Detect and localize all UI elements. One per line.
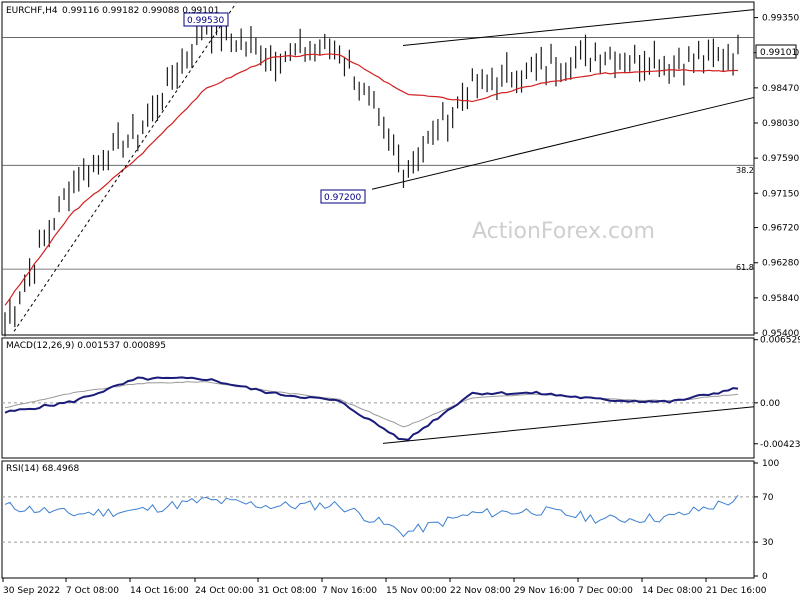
time-tick-label: 7 Oct 08:00: [66, 586, 119, 596]
price-tick-label: 0.96720: [762, 224, 799, 234]
time-tick-label: 29 Nov 16:00: [514, 586, 575, 596]
macd-tick-label: -0.004233: [760, 440, 800, 450]
time-tick-label: 31 Oct 08:00: [258, 586, 317, 596]
price-panel: EURCHF,H4 0.99116 0.99182 0.99088 0.9910…: [1, 1, 799, 339]
last-price-value: 0.99101: [760, 48, 797, 58]
macd-panel: MACD(12,26,9) 0.001537 0.000895 0.006529…: [1, 336, 800, 459]
time-tick-label: 14 Oct 16:00: [130, 586, 189, 596]
time-tick-label: 7 Dec 00:00: [578, 586, 633, 596]
low-callout-value: 0.97200: [324, 193, 361, 203]
price-axis: 0.993500.989100.984700.980300.975900.971…: [754, 14, 799, 339]
price-tick-label: 0.98470: [762, 84, 799, 94]
time-tick-label: 24 Oct 00:00: [195, 586, 254, 596]
rsi-panel-frame: [1, 460, 755, 579]
price-tick-label: 0.95840: [762, 294, 799, 304]
macd-axis: 0.006529 0.00 -0.004233: [754, 336, 800, 450]
price-tick-label: 0.99350: [762, 14, 799, 24]
time-tick-label: 21 Dec 16:00: [706, 586, 767, 596]
rsi-tick-label: 100: [762, 459, 779, 469]
rsi-tick-label: 0: [762, 572, 768, 582]
time-tick-label: 30 Sep 2022: [3, 586, 60, 596]
chart-symbol-header: EURCHF,H4: [6, 6, 58, 16]
rsi-tick-label: 70: [762, 493, 774, 503]
macd-panel-frame: [1, 337, 755, 459]
high-callout: 0.99530: [183, 12, 229, 27]
time-axis: 30 Sep 2022 7 Oct 08:00 14 Oct 16:00 24 Oct…: [2, 578, 767, 596]
rsi-axis: 100 70 30 0: [754, 459, 779, 582]
time-tick-label: 15 Nov 00:00: [386, 586, 447, 596]
fib-382-label: 38.2: [736, 166, 754, 175]
time-tick-label: 14 Dec 08:00: [642, 586, 703, 596]
price-tick-label: 0.96280: [762, 259, 799, 269]
macd-title: MACD(12,26,9) 0.001537 0.000895: [6, 341, 166, 351]
macd-tick-label: 0.006529: [760, 336, 800, 346]
fib-618-label: 61.8: [736, 263, 754, 272]
rsi-title: RSI(14) 68.4968: [6, 464, 79, 474]
rsi-tick-label: 30: [762, 538, 774, 548]
low-callout: 0.97200: [320, 189, 366, 204]
eurchf-chart: EURCHF,H4 0.99116 0.99182 0.99088 0.9910…: [1, 1, 800, 596]
last-price-badge: 0.99101: [755, 44, 797, 59]
price-tick-label: 0.97590: [762, 154, 799, 164]
high-callout-value: 0.99530: [187, 16, 224, 26]
time-tick-label: 22 Nov 08:00: [450, 586, 511, 596]
time-tick-label: 7 Nov 16:00: [322, 586, 377, 596]
macd-tick-label: 0.00: [760, 399, 780, 409]
watermark: ActionForex.com: [472, 219, 655, 244]
price-panel-frame: [1, 1, 755, 336]
price-tick-label: 0.98030: [762, 119, 799, 129]
rsi-panel: RSI(14) 68.4968 100 70 30 0: [1, 459, 779, 582]
price-tick-label: 0.97150: [762, 189, 799, 199]
